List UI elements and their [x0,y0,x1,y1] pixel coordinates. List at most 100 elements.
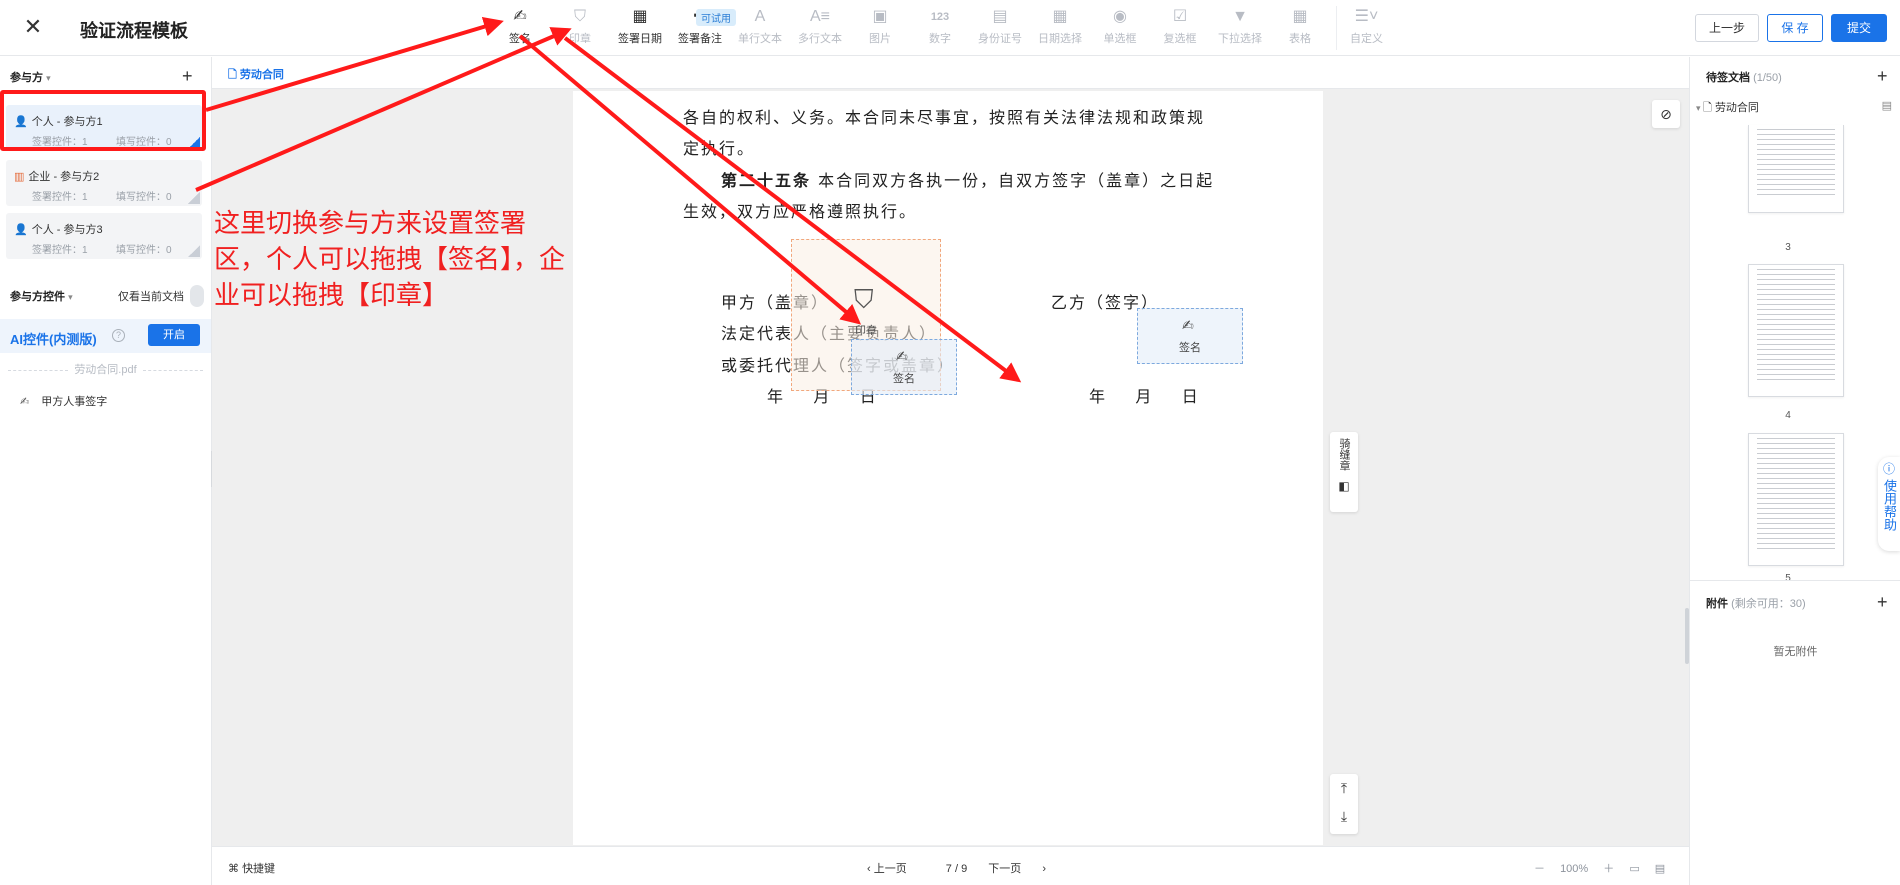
doc-tab-bar: 🗋 劳动合同 [212,57,1689,89]
next-page-button[interactable]: 下一页 › [988,863,1046,875]
controls-header[interactable]: 参与方控件 ▾ [10,288,73,304]
add-doc-icon[interactable]: + [1877,67,1888,85]
save-button[interactable]: 保 存 [1767,14,1823,42]
parties-header[interactable]: 参与方 ▾ [10,69,51,85]
clause-line: 第二十五条 本合同双方各执一份，自双方签字（盖章）之日起 [721,167,1214,191]
tool-label: 印章 [569,33,591,45]
prev-page-button[interactable]: ‹ 上一页 [867,863,925,875]
clause-text: 本合同双方各执一份，自双方签字（盖章）之日起 [818,171,1215,190]
tool-signature[interactable]: ✍ 签名 [490,6,550,50]
doc-menu-icon[interactable]: ▤ [1882,99,1892,112]
tool-multi-line-text[interactable]: A≡ 多行文本 [790,6,850,50]
pen-icon: ✍ [513,8,527,25]
tool-custom[interactable]: ☰˅ 自定义 [1336,6,1396,50]
tool-table[interactable]: ▦ 表格 [1270,6,1330,50]
help-icon[interactable]: ? [112,329,125,342]
pen-icon: ✍ [1182,317,1194,333]
doc-tree-item[interactable]: ▾ 🗋 劳动合同 ▤ [1696,99,1892,121]
tool-label: 日期选择 [1038,33,1082,45]
divider [1690,580,1900,581]
tool-sign-date[interactable]: ▦ 签署日期 [610,6,670,50]
party-name-row: ▥ 企业 - 参与方2 [14,168,99,184]
number-icon: 123 [930,11,950,23]
zoom-in-button[interactable]: ＋ [1603,863,1614,875]
radio-icon: ◉ [1113,8,1127,25]
page-thumbnail-number: 3 [1785,242,1791,253]
fit-width-icon[interactable]: ▤ [1655,863,1665,875]
signature-placeholder-a[interactable]: ✍ 签名 [851,339,957,395]
ai-controls-title: AI控件(内测版) [10,332,97,347]
signature-placeholder-b[interactable]: ✍ 签名 [1137,308,1243,364]
scroll-top-icon[interactable]: ⤒ [1330,774,1358,802]
chevron-down-icon: ▾ [68,292,73,302]
control-item-label: 甲方人事签字 [41,396,108,408]
command-icon: ⌘ [228,863,243,875]
only-current-toggle[interactable] [190,285,204,307]
tool-dropdown[interactable]: ▼ 下拉选择 [1210,6,1270,50]
tool-label: 下拉选择 [1218,33,1262,45]
tool-checkbox[interactable]: ☑ 复选框 [1150,6,1210,50]
person-icon: 👤 [14,224,28,236]
add-attachment-icon[interactable]: + [1877,593,1888,611]
party-name-row: 👤 个人 - 参与方3 [14,221,103,237]
enable-ai-button[interactable]: 开启 [148,324,200,346]
parties-title: 参与方 [10,72,43,84]
page-thumbnail[interactable] [1748,433,1844,566]
add-party-icon[interactable]: + [182,67,193,85]
party-name: 企业 - 参与方2 [28,171,100,183]
fill-control-count: 填写控件：0 [116,245,172,256]
stamp-split-icon: ◧ [1338,479,1350,493]
annotation-highlight-box [0,90,206,151]
shortcuts-button[interactable]: ⌘ 快捷键 [228,860,275,876]
page-thumbnail[interactable] [1748,264,1844,397]
try-badge: 可试用 [696,9,736,26]
prev-step-button[interactable]: 上一步 [1695,14,1759,42]
clause-heading: 第二十五条 [721,171,812,190]
controls-title: 参与方控件 [10,291,65,303]
tab-labor-contract[interactable]: 🗋 劳动合同 [228,66,284,85]
checkbox-icon: ☑ [1172,8,1188,25]
custom-icon: ☰˅ [1354,8,1379,25]
page-thumbnail[interactable] [1748,125,1844,213]
pen-icon: ✍ [20,396,30,408]
pager: ‹ 上一页 7 / 9 下一页 › [867,860,1064,876]
check-circle-icon[interactable]: ⊘ [1652,100,1680,128]
zoom-out-button[interactable]: － [1534,863,1545,875]
control-toolbar: ✍ 签名 ⛉ 印章 ▦ 签署日期 ✚ 签署备注 A 单行文本 A≡ 多行文本 ▣… [490,6,1396,50]
tool-label: 多行文本 [798,33,842,45]
tool-label: 自定义 [1350,33,1383,45]
document-page: 各自的权利、义务。本合同未尽事宜，按照有关法律法规和政策规 定执行。 第二十五条… [573,91,1323,845]
cross-page-seal-tool[interactable]: 骑缝章 ◧ [1330,432,1358,512]
pending-docs-count: (1/50) [1753,72,1782,84]
date-b-label: 年 月 日 [1089,387,1200,406]
signature-placeholder-label: 签名 [1179,342,1201,354]
tool-date-picker[interactable]: ▦ 日期选择 [1030,6,1090,50]
party-item-2[interactable]: ▥ 企业 - 参与方2 签署控件：1 填写控件：0 [6,160,202,206]
close-icon[interactable]: ✕ [22,16,44,38]
tool-single-line-text[interactable]: A 单行文本 [730,6,790,50]
scroll-bottom-icon[interactable]: ⤓ [1330,802,1358,830]
help-button[interactable]: ⓘ 使用帮助 [1878,457,1900,551]
help-icon: ⓘ [1882,462,1895,476]
fit-page-icon[interactable]: ▭ [1629,863,1639,875]
control-item[interactable]: ✍ 甲方人事签字 [20,393,107,409]
left-sidebar: 参与方 ▾ + 👤 个人 - 参与方1 签署控件：1 填写控件：0 ▥ 企业 - 参… [0,57,212,885]
tool-number[interactable]: 123 数字 [910,6,970,50]
sign-control-count: 签署控件：1 [32,192,88,203]
tool-radio[interactable]: ◉ 单选框 [1090,6,1150,50]
sign-control-count: 签署控件：1 [32,245,88,256]
tool-label: 图片 [869,33,891,45]
tool-seal[interactable]: ⛉ 印章 [550,6,610,50]
dropdown-icon: ▼ [1232,8,1248,25]
tab-label: 劳动合同 [239,69,284,81]
stamp-icon: ⛉ [854,284,874,314]
right-sidebar: 待签文档 (1/50) + ▾ 🗋 劳动合同 ▤ 3 4 5 附件 (剩余可用：… [1689,57,1900,885]
party-item-3[interactable]: 👤 个人 - 参与方3 签署控件：1 填写控件：0 [6,213,202,259]
prev-page-label: 上一页 [873,863,907,875]
page-text-line: 定执行。 [683,139,756,158]
help-label: 使用帮助 [1882,479,1897,531]
tool-id-number[interactable]: ▤ 身份证号 [970,6,1030,50]
tool-image[interactable]: ▣ 图片 [850,6,910,50]
submit-button[interactable]: 提交 [1831,14,1887,42]
document-icon: 🗋 [228,69,237,81]
